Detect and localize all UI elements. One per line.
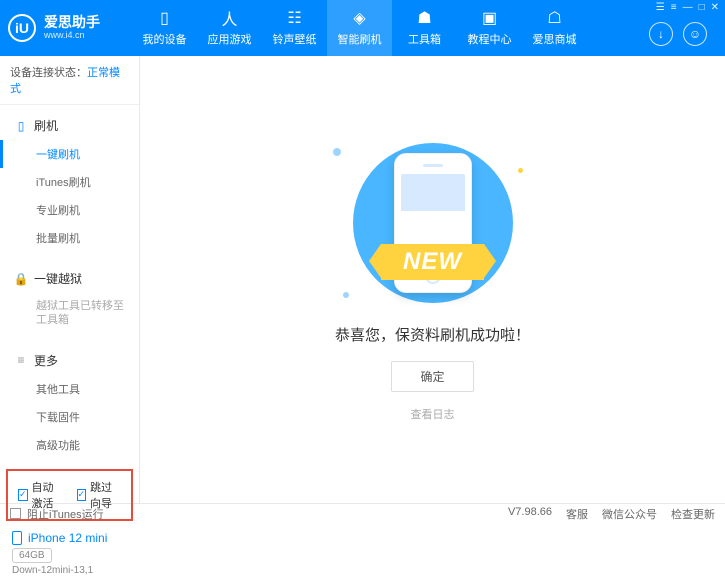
sidebar-item-moved: 越狱工具已转移至工具箱 xyxy=(0,293,139,334)
update-link[interactable]: 检查更新 xyxy=(671,506,715,522)
phone-icon: ▯ xyxy=(156,9,174,27)
conn-label: 设备连接状态： xyxy=(10,67,87,79)
view-log-link[interactable]: 查看日志 xyxy=(411,406,455,422)
nav-tabs: ▯ 我的设备 人应用游戏 ☷ 铃声壁纸 ◈ 智能刷机 ☗ 工具箱 ▣ 教程中心 ☖ 爱思商城 xyxy=(132,0,649,56)
group-label: 刷机 xyxy=(34,117,58,134)
app-url: www.i4.cn xyxy=(44,31,100,41)
device-fw: Down-12mini-13,1 xyxy=(12,565,127,576)
tab-label: 智能刷机 xyxy=(338,31,382,47)
check-icon: ✓ xyxy=(77,489,87,501)
success-illustration: NEW xyxy=(303,138,563,308)
storage-badge: 64GB xyxy=(12,548,52,563)
tab-label: 爱思商城 xyxy=(533,31,577,47)
group-flash[interactable]: ▯ 刷机 xyxy=(0,111,139,140)
group-jailbreak[interactable]: 🔒 一键越狱 xyxy=(0,264,139,293)
tab-label: 应用游戏 xyxy=(208,31,252,47)
group-label: 一键越狱 xyxy=(34,270,82,287)
app-header: iU 爱思助手 www.i4.cn ▯ 我的设备 人应用游戏 ☷ 铃声壁纸 ◈ 智能刷… xyxy=(0,0,725,56)
main-content: NEW 恭喜您，保资料刷机成功啦！ 确定 查看日志 xyxy=(140,56,725,503)
header-right: ↓ ☺ xyxy=(649,22,717,46)
support-link[interactable]: 客服 xyxy=(566,506,588,522)
maximize-icon[interactable]: □ xyxy=(699,2,705,13)
download-icon[interactable]: ↓ xyxy=(649,22,673,46)
window-controls: ☰ ≡ — □ ✕ xyxy=(656,2,719,13)
tab-flash[interactable]: ◈ 智能刷机 xyxy=(327,0,392,56)
tab-label: 铃声壁纸 xyxy=(273,31,317,47)
sidebar-item-advanced[interactable]: 高级功能 xyxy=(0,431,139,459)
flash-icon: ◈ xyxy=(351,9,369,27)
menu-icon[interactable]: ≡ xyxy=(671,2,677,13)
tab-label: 工具箱 xyxy=(408,31,441,47)
check-icon: ✓ xyxy=(18,489,28,501)
tab-label: 我的设备 xyxy=(143,31,187,47)
flash-group-icon: ▯ xyxy=(14,119,28,133)
store-icon: ☖ xyxy=(546,9,564,27)
media-icon: ☷ xyxy=(286,9,304,27)
minimize-icon[interactable]: — xyxy=(683,2,693,13)
logo-icon: iU xyxy=(8,14,36,42)
success-message: 恭喜您，保资料刷机成功啦！ xyxy=(335,324,530,345)
apps-icon: 人 xyxy=(221,9,239,27)
group-label: 更多 xyxy=(34,352,58,369)
tab-toolbox[interactable]: ☗ 工具箱 xyxy=(392,0,457,56)
tab-media[interactable]: ☷ 铃声壁纸 xyxy=(262,0,327,56)
connection-status: 设备连接状态：正常模式 xyxy=(0,56,139,105)
wechat-link[interactable]: 微信公众号 xyxy=(602,506,657,522)
tab-apps[interactable]: 人应用游戏 xyxy=(197,0,262,56)
sidebar-item-batch[interactable]: 批量刷机 xyxy=(0,224,139,252)
block-itunes-label: 阻止iTunes运行 xyxy=(27,506,104,522)
tutorial-icon: ▣ xyxy=(481,9,499,27)
user-icon[interactable]: ☺ xyxy=(683,22,707,46)
tab-store[interactable]: ☖ 爱思商城 xyxy=(522,0,587,56)
settings-icon[interactable]: ☰ xyxy=(656,2,665,13)
group-more[interactable]: ≡ 更多 xyxy=(0,346,139,375)
new-banner: NEW xyxy=(381,244,484,280)
tab-my-device[interactable]: ▯ 我的设备 xyxy=(132,0,197,56)
statusbar: 阻止iTunes运行 V7.98.66 客服 微信公众号 检查更新 xyxy=(0,503,725,523)
close-icon[interactable]: ✕ xyxy=(711,2,719,13)
tab-tutorial[interactable]: ▣ 教程中心 xyxy=(457,0,522,56)
logo-area: iU 爱思助手 www.i4.cn xyxy=(8,14,132,42)
tab-label: 教程中心 xyxy=(468,31,512,47)
confirm-button[interactable]: 确定 xyxy=(391,361,473,392)
lock-icon: 🔒 xyxy=(14,272,28,286)
version-label: V7.98.66 xyxy=(508,506,552,522)
sidebar-item-oneclick[interactable]: 一键刷机 xyxy=(0,140,139,168)
block-itunes-checkbox[interactable] xyxy=(10,508,21,519)
app-title: 爱思助手 xyxy=(44,15,100,30)
sidebar-item-download-fw[interactable]: 下载固件 xyxy=(0,403,139,431)
toolbox-icon: ☗ xyxy=(416,9,434,27)
more-icon: ≡ xyxy=(14,353,28,367)
sidebar: 设备连接状态：正常模式 ▯ 刷机 一键刷机 iTunes刷机 专业刷机 批量刷机… xyxy=(0,56,140,503)
device-info[interactable]: iPhone 12 mini 64GB Down-12mini-13,1 xyxy=(0,525,139,582)
sidebar-item-pro[interactable]: 专业刷机 xyxy=(0,196,139,224)
device-name: iPhone 12 mini xyxy=(12,531,127,545)
sidebar-item-other[interactable]: 其他工具 xyxy=(0,375,139,403)
sidebar-item-itunes[interactable]: iTunes刷机 xyxy=(0,168,139,196)
